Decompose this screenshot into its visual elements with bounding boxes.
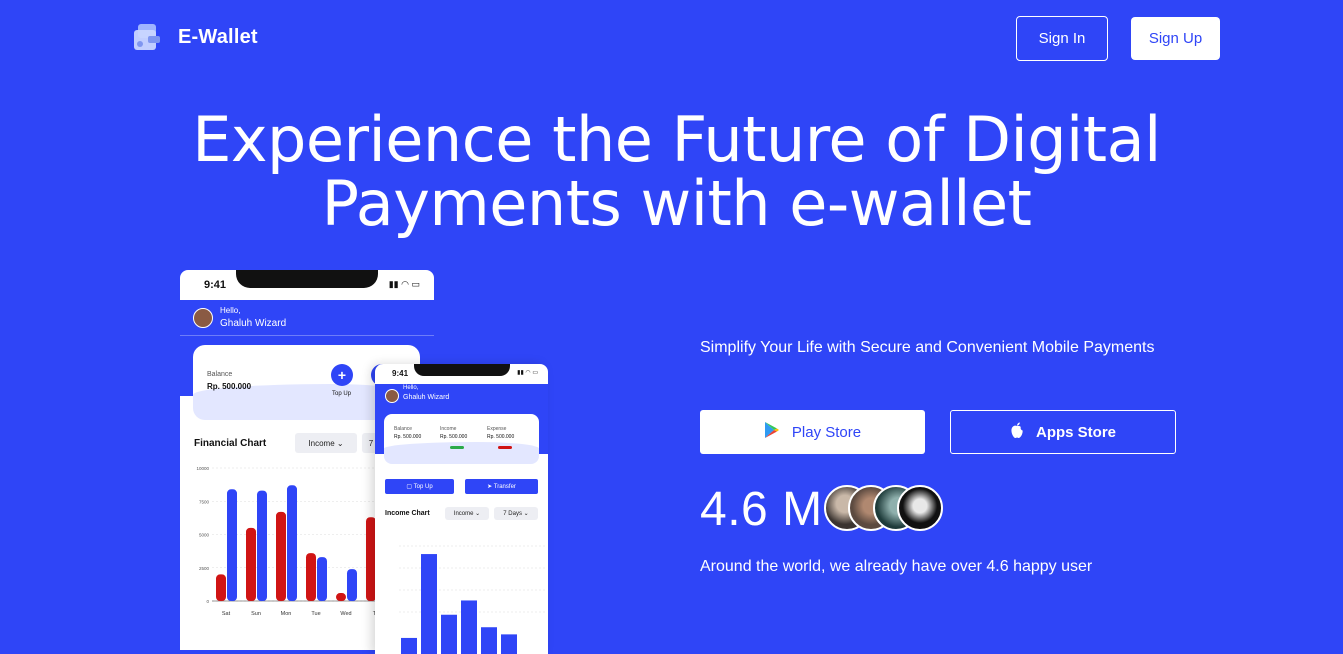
chart-bar bbox=[461, 600, 477, 654]
chart-x-tick: Sat bbox=[222, 611, 231, 617]
transfer-button[interactable]: ➤ Transfer bbox=[465, 479, 538, 494]
income-period-select[interactable]: 7 Days ⌄ bbox=[494, 507, 538, 520]
balance-value-small: Rp. 500.000 bbox=[394, 434, 422, 440]
status-icons-small: ▮▮ ◠ ▭ bbox=[517, 370, 538, 376]
apps-store-button[interactable]: Apps Store bbox=[950, 410, 1176, 454]
phone-notch-small bbox=[414, 364, 510, 376]
brand-logo[interactable]: E-Wallet bbox=[132, 22, 258, 52]
greeting: Hello, bbox=[220, 306, 241, 315]
income-filter-select[interactable]: Income ⌄ bbox=[445, 507, 489, 520]
chart-filter-select[interactable]: Income ⌄ bbox=[295, 433, 357, 453]
chart-bar bbox=[306, 553, 316, 601]
transfer-button-label: Transfer bbox=[493, 483, 516, 490]
play-store-label: Play Store bbox=[791, 423, 862, 441]
chart-y-tick: 10000 bbox=[196, 466, 209, 471]
chart-bar bbox=[227, 489, 237, 601]
header-divider bbox=[180, 335, 434, 336]
income-trend-badge bbox=[450, 446, 464, 449]
chart-bar bbox=[347, 569, 357, 601]
chart-bar bbox=[317, 557, 327, 601]
chart-y-tick: 7500 bbox=[199, 499, 210, 504]
chart-x-tick: Sun bbox=[251, 611, 261, 617]
sign-up-button[interactable]: Sign Up bbox=[1131, 17, 1220, 60]
chart-bar bbox=[287, 485, 297, 601]
wallet-logo-icon bbox=[132, 22, 162, 52]
play-store-icon bbox=[764, 421, 780, 443]
income-period-value: 7 Days bbox=[503, 510, 522, 517]
income-chart-title: Income Chart bbox=[385, 510, 430, 517]
hero-title: Experience the Future of Digital Payment… bbox=[0, 108, 1343, 236]
top-up-label: Top Up bbox=[332, 391, 352, 397]
balance-label: Balance bbox=[207, 371, 233, 378]
income-label-small: Income bbox=[440, 426, 457, 432]
chart-filter-value: Income bbox=[308, 438, 335, 448]
top-up-button-label: Top Up bbox=[413, 483, 433, 490]
chart-bar bbox=[216, 574, 226, 601]
chart-x-tick: Tue bbox=[311, 611, 320, 617]
chart-period-value: 7 bbox=[368, 438, 374, 448]
phone-notch bbox=[236, 270, 378, 288]
expense-trend-badge bbox=[498, 446, 512, 449]
chart-bar bbox=[336, 593, 346, 601]
balance-card-small: Balance Rp. 500.000 Income Rp. 500.000 E… bbox=[384, 414, 539, 464]
brand-name: E-Wallet bbox=[178, 25, 258, 48]
user-avatar-small bbox=[385, 389, 399, 403]
income-chart bbox=[399, 545, 545, 654]
income-filter-value: Income bbox=[453, 510, 474, 517]
chart-x-tick: Wed bbox=[340, 611, 351, 617]
user-count-description: Around the world, we already have over 4… bbox=[700, 558, 1093, 575]
hero-title-line2: Payments with e-wallet bbox=[321, 167, 1032, 240]
play-store-button[interactable]: Play Store bbox=[700, 410, 925, 454]
chart-bar bbox=[441, 614, 457, 654]
chart-y-tick: 0 bbox=[206, 599, 209, 604]
apps-store-label: Apps Store bbox=[1035, 423, 1116, 441]
chart-bar bbox=[481, 627, 497, 654]
chart-bar bbox=[246, 527, 256, 601]
tagline: Simplify Your Life with Secure and Conve… bbox=[700, 339, 1155, 356]
chart-bar bbox=[257, 490, 267, 601]
top-up-plus-icon[interactable]: + bbox=[331, 364, 353, 386]
hero-title-line1: Experience the Future of Digital bbox=[192, 103, 1161, 176]
chart-title: Financial Chart bbox=[194, 438, 267, 449]
user-avatar bbox=[193, 308, 213, 328]
status-time-small: 9:41 bbox=[392, 369, 409, 378]
balance-value: Rp. 500.000 bbox=[207, 382, 252, 391]
user-name: Ghaluh Wizard bbox=[220, 318, 287, 329]
chart-y-tick: 5000 bbox=[199, 533, 210, 538]
chart-y-tick: 2500 bbox=[199, 566, 210, 571]
chart-bar bbox=[276, 511, 286, 601]
sign-in-button[interactable]: Sign In bbox=[1016, 16, 1108, 61]
greeting-small: Hello, bbox=[403, 385, 419, 391]
apple-icon bbox=[1010, 422, 1024, 443]
expense-label-small: Expense bbox=[487, 426, 507, 432]
user-name-small: Ghaluh Wizard bbox=[403, 394, 450, 401]
avatar bbox=[897, 485, 943, 531]
chart-bar bbox=[401, 637, 417, 654]
chart-bar bbox=[501, 634, 517, 654]
user-count: 4.6 M bbox=[700, 483, 823, 536]
status-icons: ▮▮ ◠ ▭ bbox=[388, 279, 420, 289]
avatar-stack bbox=[824, 485, 954, 533]
income-value-small: Rp. 500.000 bbox=[440, 434, 468, 440]
status-time: 9:41 bbox=[204, 279, 227, 291]
chart-bar bbox=[421, 554, 437, 654]
top-up-button[interactable]: ▢ Top Up bbox=[385, 479, 454, 494]
expense-value-small: Rp. 500.000 bbox=[487, 434, 515, 440]
phone-mockup-small: 9:41 ▮▮ ◠ ▭ Hello, Ghaluh Wizard Balance… bbox=[375, 364, 548, 654]
chart-x-tick: Mon bbox=[281, 611, 292, 617]
balance-label-small: Balance bbox=[394, 426, 413, 432]
